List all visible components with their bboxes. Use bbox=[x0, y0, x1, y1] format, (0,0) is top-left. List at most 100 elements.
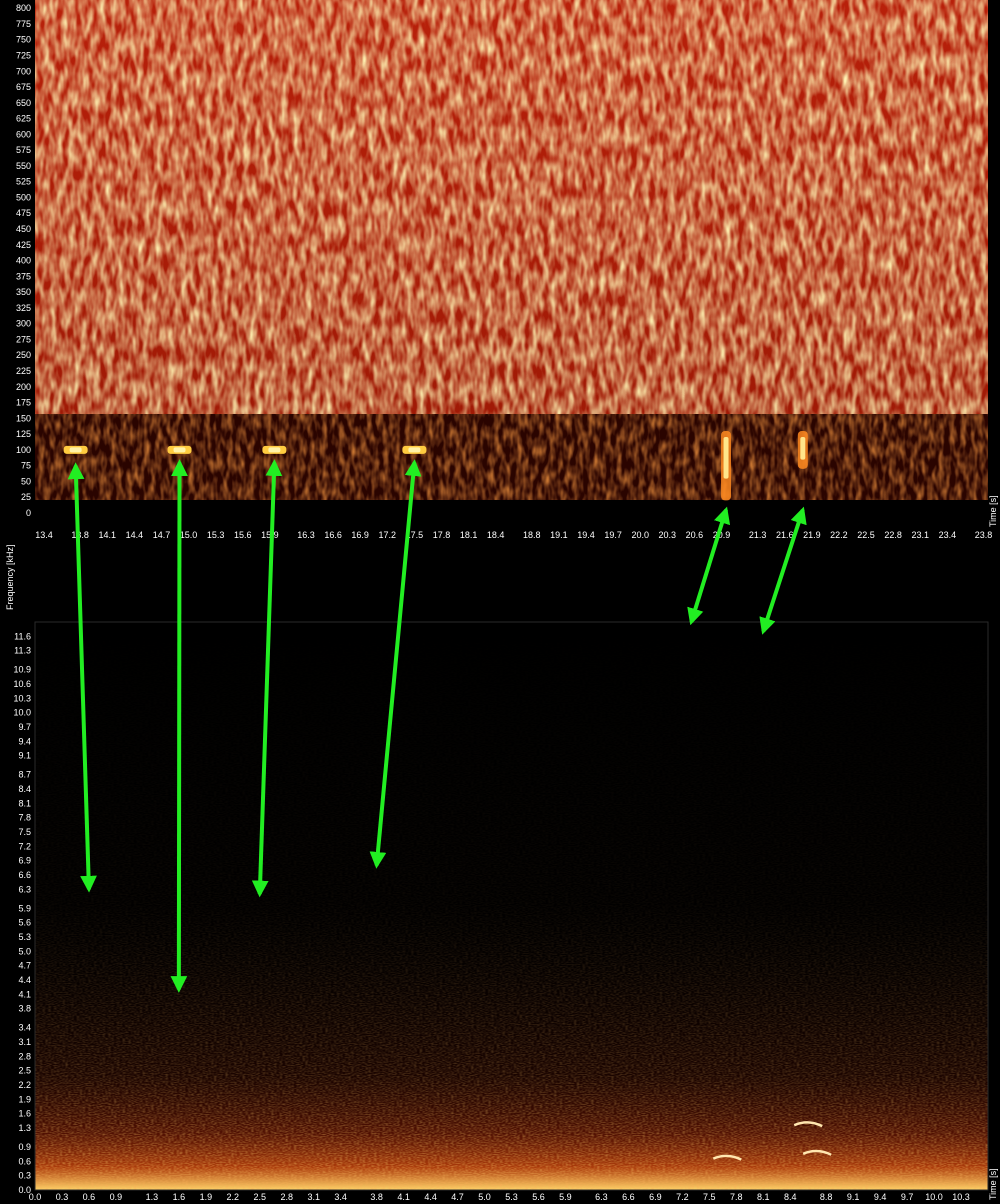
top-y-tick-label: 75 bbox=[21, 461, 31, 471]
top-y-tick-label: 225 bbox=[16, 366, 31, 376]
bottom-x-tick-label: 2.2 bbox=[227, 1192, 240, 1202]
bottom-x-tick-label: 3.4 bbox=[334, 1192, 347, 1202]
bottom-y-tick-label: 3.4 bbox=[18, 1023, 31, 1033]
call-mark-core bbox=[723, 436, 729, 479]
bottom-y-tick-label: 9.1 bbox=[18, 751, 31, 761]
bottom-y-tick-label: 4.7 bbox=[18, 961, 31, 971]
top-x-tick-label: 21.6 bbox=[776, 530, 794, 540]
top-x-tick-label: 16.6 bbox=[324, 530, 342, 540]
bottom-x-tick-label: 9.4 bbox=[874, 1192, 887, 1202]
top-x-tick-label: 20.3 bbox=[659, 530, 677, 540]
bottom-y-tick-label: 10.9 bbox=[13, 665, 31, 675]
bottom-y-tick-label: 2.8 bbox=[18, 1051, 31, 1061]
top-x-axis-label: Time [s] bbox=[988, 495, 998, 527]
top-y-tick-label: 500 bbox=[16, 192, 31, 202]
top-x-tick-label: 14.7 bbox=[153, 530, 171, 540]
bottom-y-tick-label: 1.9 bbox=[18, 1094, 31, 1104]
top-x-tick-label: 17.8 bbox=[433, 530, 451, 540]
spectrogram-figure: 0 25 50 75 100 125 150 175 200 225 250 275 300 325 350… bbox=[5, 0, 998, 1202]
bottom-spectrogram-panel: 0.0 0.3 0.6 0.9 1.3 1.6 1.9 2.2 2.5 2.8 3.1 3.4 3.8 4… bbox=[13, 621, 998, 1202]
bottom-y-tick-label: 0.6 bbox=[18, 1156, 31, 1166]
bottom-x-tick-label: 9.1 bbox=[847, 1192, 860, 1202]
top-x-tick-label: 19.1 bbox=[550, 530, 568, 540]
top-y-tick-label: 400 bbox=[16, 256, 31, 266]
top-y-tick-label: 350 bbox=[16, 287, 31, 297]
bottom-x-tick-label: 5.6 bbox=[532, 1192, 545, 1202]
top-x-tick-label: 15.6 bbox=[234, 530, 252, 540]
top-y-tick-label: 425 bbox=[16, 240, 31, 250]
top-y-tick-label: 175 bbox=[16, 398, 31, 408]
top-y-tick-label: 550 bbox=[16, 161, 31, 171]
bottom-x-tick-label: 8.4 bbox=[784, 1192, 797, 1202]
top-x-tick-label: 19.4 bbox=[577, 530, 595, 540]
top-x-tick-label: 16.3 bbox=[297, 530, 315, 540]
bottom-y-tick-label: 0.9 bbox=[18, 1142, 31, 1152]
top-spectrogram-panel: 0 25 50 75 100 125 150 175 200 225 250 275 300 325 350… bbox=[16, 0, 998, 540]
top-y-tick-label: 775 bbox=[16, 19, 31, 29]
top-y-tick-label: 700 bbox=[16, 66, 31, 76]
top-y-tick-label: 0 bbox=[26, 508, 31, 518]
call-mark-core bbox=[173, 447, 186, 453]
bottom-x-tick-label: 5.0 bbox=[478, 1192, 491, 1202]
top-y-tick-label: 300 bbox=[16, 319, 31, 329]
top-y-tick-label: 600 bbox=[16, 129, 31, 139]
top-x-tick-label: 14.1 bbox=[98, 530, 116, 540]
annotation-arrow bbox=[759, 506, 807, 635]
top-y-tick-label: 25 bbox=[21, 492, 31, 502]
bottom-y-tick-label: 2.2 bbox=[18, 1080, 31, 1090]
call-mark-core bbox=[69, 447, 82, 453]
top-x-tick-label: 18.8 bbox=[523, 530, 541, 540]
bottom-x-axis-label: Time [s] bbox=[988, 1168, 998, 1200]
bottom-y-tick-label: 6.3 bbox=[18, 884, 31, 894]
top-x-tick-label: 22.5 bbox=[857, 530, 875, 540]
bottom-y-tick-label: 8.1 bbox=[18, 798, 31, 808]
top-x-tick-label: 18.4 bbox=[487, 530, 505, 540]
bottom-x-tick-label: 7.8 bbox=[730, 1192, 743, 1202]
top-x-tick-label: 20.0 bbox=[631, 530, 649, 540]
bottom-x-tick-label: 6.3 bbox=[595, 1192, 608, 1202]
top-x-tick-label: 23.8 bbox=[975, 530, 993, 540]
bottom-y-tick-label: 2.5 bbox=[18, 1066, 31, 1076]
bottom-y-tick-label: 0.3 bbox=[18, 1171, 31, 1181]
top-y-tick-label: 650 bbox=[16, 98, 31, 108]
top-x-tick-label: 22.2 bbox=[830, 530, 848, 540]
bottom-x-tick-label: 1.6 bbox=[173, 1192, 186, 1202]
top-x-tick-label: 19.7 bbox=[604, 530, 622, 540]
call-mark-core bbox=[800, 436, 806, 460]
bottom-x-tick-label: 1.3 bbox=[146, 1192, 159, 1202]
bottom-x-tick-label: 9.7 bbox=[901, 1192, 914, 1202]
top-y-tick-label: 675 bbox=[16, 82, 31, 92]
bottom-x-tick-label: 4.7 bbox=[451, 1192, 464, 1202]
bottom-y-tick-label: 4.1 bbox=[18, 989, 31, 999]
bottom-x-tick-label: 4.1 bbox=[397, 1192, 410, 1202]
bottom-y-tick-label: 6.6 bbox=[18, 870, 31, 880]
bottom-x-tick-label: 0.0 bbox=[29, 1192, 42, 1202]
bottom-y-tick-label: 1.6 bbox=[18, 1109, 31, 1119]
bottom-y-tick-label: 5.6 bbox=[18, 918, 31, 928]
bottom-y-tick-label: 8.4 bbox=[18, 784, 31, 794]
top-y-tick-label: 325 bbox=[16, 303, 31, 313]
top-y-tick-label: 275 bbox=[16, 334, 31, 344]
bottom-x-tick-label: 0.3 bbox=[56, 1192, 69, 1202]
bottom-x-tick-label: 8.8 bbox=[820, 1192, 833, 1202]
top-y-tick-label: 450 bbox=[16, 224, 31, 234]
top-x-tick-label: 13.8 bbox=[71, 530, 89, 540]
bottom-y-tick-label: 5.0 bbox=[18, 946, 31, 956]
top-x-tick-label: 23.1 bbox=[911, 530, 929, 540]
top-x-tick-label: 17.2 bbox=[379, 530, 397, 540]
bottom-y-axis: 0.00.30.60.91.31.61.92.22.52.83.13.43.84… bbox=[13, 631, 31, 1195]
bottom-y-tick-label: 11.6 bbox=[14, 631, 31, 641]
bottom-x-tick-label: 4.4 bbox=[424, 1192, 437, 1202]
bottom-y-tick-label: 11.3 bbox=[14, 646, 31, 656]
top-y-tick-label: 125 bbox=[16, 429, 31, 439]
bottom-y-tick-label: 9.4 bbox=[18, 736, 31, 746]
bottom-y-tick-label: 7.8 bbox=[18, 813, 31, 823]
top-y-tick-label: 800 bbox=[16, 3, 31, 13]
bottom-x-tick-label: 7.2 bbox=[676, 1192, 689, 1202]
bottom-y-tick-label: 9.7 bbox=[18, 722, 31, 732]
bottom-x-tick-label: 0.9 bbox=[110, 1192, 123, 1202]
bottom-x-tick-label: 10.0 bbox=[925, 1192, 943, 1202]
top-y-tick-label: 50 bbox=[21, 476, 31, 486]
top-y-tick-label: 525 bbox=[16, 177, 31, 187]
call-mark-core bbox=[408, 447, 421, 453]
